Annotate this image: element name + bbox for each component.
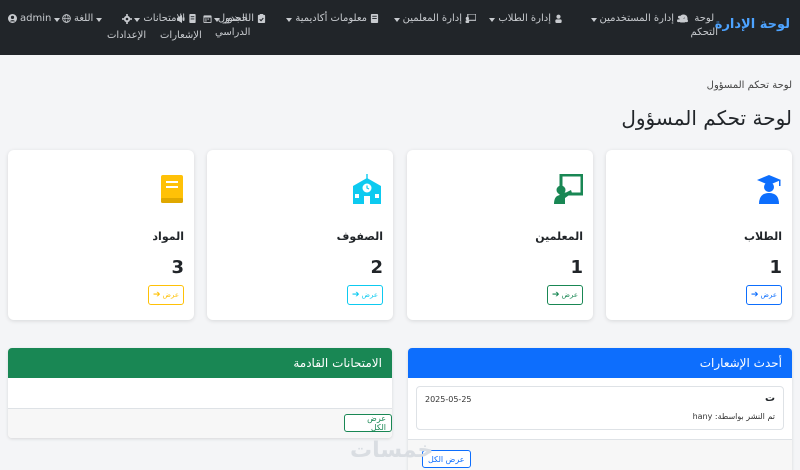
graduate-icon bbox=[757, 175, 781, 204]
card-classes-view-button[interactable]: عرض ➔ bbox=[347, 285, 383, 305]
chevron-down-icon bbox=[54, 18, 61, 22]
card-subjects: المواد 3 عرض ➔ bbox=[8, 150, 194, 320]
exams-panel-header: الامتحانات القادمة bbox=[8, 348, 392, 378]
card-classes: الصفوف 2 عرض ➔ bbox=[207, 150, 393, 320]
nav-users-dropdown[interactable]: إدارة المستخدمين bbox=[590, 12, 689, 28]
notification-title: ت bbox=[764, 393, 775, 404]
nav-students-dropdown[interactable]: إدارة الطلاب bbox=[489, 12, 563, 28]
nav-settings-label: الإعدادات bbox=[107, 30, 147, 41]
nav-users-label: إدارة المستخدمين bbox=[599, 13, 675, 24]
notification-item[interactable]: ت 2025-05-25 تم النشر بواسطة: hany bbox=[416, 386, 784, 430]
notifications-panel: أحدث الإشعارات ت 2025-05-25 تم النشر بوا… bbox=[408, 348, 792, 470]
nav-settings[interactable]: الإعدادات bbox=[107, 12, 146, 43]
nav-academic-dropdown[interactable]: معلومات أكاديمية bbox=[286, 12, 379, 28]
notification-date: 2025-05-25 bbox=[425, 395, 472, 404]
card-teachers-view-label: عرض bbox=[561, 291, 579, 299]
card-teachers: المعلمين 1 عرض ➔ bbox=[407, 150, 593, 320]
chevron-down-icon bbox=[286, 18, 293, 22]
card-classes-count: 2 bbox=[370, 257, 383, 278]
card-teachers-label: المعلمين bbox=[535, 230, 583, 243]
notifications-panel-body: ت 2025-05-25 تم النشر بواسطة: hany bbox=[408, 386, 792, 430]
globe-icon bbox=[62, 12, 71, 28]
card-students-view-label: عرض bbox=[760, 291, 778, 299]
exams-panel-footer: عرض الكل bbox=[8, 408, 392, 438]
chevron-down-icon bbox=[590, 18, 597, 22]
card-classes-label: الصفوف bbox=[336, 230, 383, 243]
card-teachers-view-button[interactable]: عرض ➔ bbox=[547, 285, 583, 305]
school-icon bbox=[353, 174, 381, 204]
breadcrumb[interactable]: لوحة تحكم المسؤول bbox=[707, 80, 792, 91]
nav-teachers-label: إدارة المعلمين bbox=[402, 13, 462, 24]
arrow-right-icon: ➔ bbox=[152, 290, 161, 300]
book-icon bbox=[161, 175, 183, 203]
users-icon bbox=[677, 12, 688, 28]
card-students-count: 1 bbox=[769, 257, 782, 278]
nav-notifications-label: الإشعارات bbox=[160, 30, 202, 41]
notifications-panel-header: أحدث الإشعارات bbox=[408, 348, 792, 378]
nav-students-label: إدارة الطلاب bbox=[498, 13, 551, 24]
arrow-right-icon: ➔ bbox=[351, 290, 360, 300]
nav-dashboard-label-1: لوحة bbox=[694, 13, 715, 24]
top-navbar: لوحة الإدارة لوحة التحكم إدارة المستخدمي… bbox=[0, 0, 800, 55]
exams-panel-title: الامتحانات القادمة bbox=[293, 356, 382, 370]
chevron-down-icon bbox=[393, 18, 400, 22]
card-students: الطلاب 1 عرض ➔ bbox=[606, 150, 792, 320]
exams-panel: الامتحانات القادمة عرض الكل bbox=[8, 348, 392, 438]
nav-user-label: admin bbox=[20, 13, 52, 24]
card-subjects-label: المواد bbox=[152, 230, 184, 243]
student-icon bbox=[554, 12, 563, 28]
gear-icon bbox=[121, 12, 132, 29]
watermark: خمسات bbox=[350, 438, 434, 463]
calendar-icon bbox=[203, 12, 212, 28]
nav-dashboard-label-2: التحكم bbox=[690, 27, 718, 38]
chevron-down-icon bbox=[96, 18, 103, 22]
nav-schedule-label-2: الدراسي bbox=[215, 27, 251, 38]
attendance-icon bbox=[257, 12, 266, 28]
card-students-label: الطلاب bbox=[743, 230, 782, 243]
notification-author: تم النشر بواسطة: hany bbox=[692, 412, 775, 421]
teacher-board-icon bbox=[554, 174, 583, 204]
exams-panel-body bbox=[8, 378, 392, 408]
teacher-icon bbox=[465, 12, 477, 28]
nav-academic-label: معلومات أكاديمية bbox=[295, 13, 367, 24]
nav-schedule-link[interactable]: الجدول الدراسي bbox=[203, 12, 250, 40]
nav-language-dropdown[interactable]: اللغة bbox=[62, 12, 103, 28]
arrow-right-icon: ➔ bbox=[750, 290, 759, 300]
nav-user-dropdown[interactable]: admin bbox=[8, 12, 61, 28]
nav-schedule-label-1: الجدول bbox=[217, 13, 248, 24]
chevron-down-icon bbox=[489, 18, 496, 22]
card-subjects-count: 3 bbox=[171, 257, 184, 278]
nav-language-label: اللغة bbox=[74, 13, 94, 24]
academic-icon bbox=[370, 12, 379, 28]
megaphone-icon bbox=[176, 12, 186, 29]
arrow-right-icon: ➔ bbox=[551, 290, 560, 300]
card-teachers-count: 1 bbox=[570, 257, 583, 278]
nav-teachers-dropdown[interactable]: إدارة المعلمين bbox=[393, 12, 477, 28]
page-title: لوحة تحكم المسؤول bbox=[621, 106, 792, 130]
card-students-view-button[interactable]: عرض ➔ bbox=[746, 285, 782, 305]
card-subjects-view-label: عرض bbox=[162, 291, 180, 299]
notifications-panel-title: أحدث الإشعارات bbox=[699, 356, 782, 370]
nav-notifications[interactable]: الإشعارات bbox=[160, 12, 202, 43]
user-circle-icon bbox=[8, 12, 17, 28]
notifications-panel-footer: عرض الكل bbox=[408, 439, 792, 470]
card-subjects-view-button[interactable]: عرض ➔ bbox=[148, 285, 184, 305]
brand-logo[interactable]: لوحة الإدارة bbox=[715, 17, 790, 32]
card-classes-view-label: عرض bbox=[361, 291, 379, 299]
exams-view-all-button[interactable]: عرض الكل bbox=[344, 414, 392, 432]
